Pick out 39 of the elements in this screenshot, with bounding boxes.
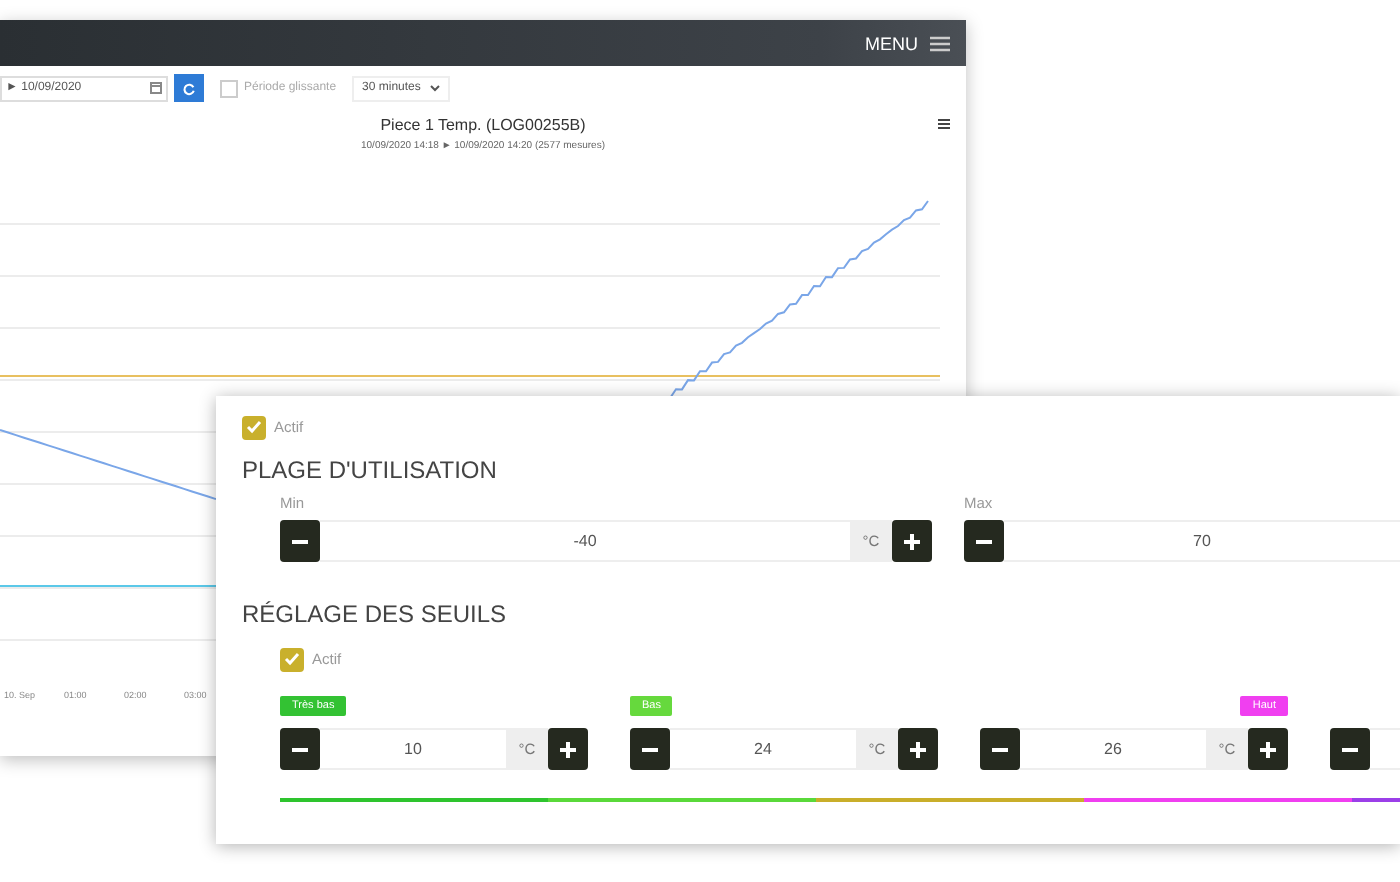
minus-icon (292, 747, 308, 751)
number-field[interactable]: -40 (320, 520, 850, 562)
checkbox[interactable] (242, 415, 266, 439)
caret-icon (430, 84, 441, 92)
minus-button[interactable] (964, 520, 1004, 562)
number-field[interactable]: 24 (670, 728, 856, 770)
minus-icon (642, 747, 658, 751)
menu-icon[interactable] (938, 118, 950, 130)
plus-button[interactable] (892, 520, 932, 562)
plus-icon (910, 741, 926, 757)
plus-button[interactable] (548, 728, 588, 770)
minus-icon (292, 539, 308, 543)
minus-button[interactable] (280, 520, 320, 562)
menu-button[interactable]: MENU (865, 33, 950, 53)
plus-button[interactable] (1248, 728, 1288, 770)
minus-button[interactable] (1330, 728, 1370, 770)
minus-icon (1342, 747, 1358, 751)
number-field[interactable]: 26 (1020, 728, 1206, 770)
checkbox[interactable] (220, 79, 238, 97)
minus-icon (992, 747, 1008, 751)
plus-icon (1260, 741, 1276, 757)
plus-button[interactable] (898, 728, 938, 770)
chart-title: Piece 1 Temp. (LOG00255B) (380, 116, 586, 134)
menu-icon (930, 35, 950, 51)
number-field[interactable]: 70 (1004, 520, 1400, 562)
refresh-icon (182, 81, 196, 95)
number-field[interactable]: 10 (320, 728, 506, 770)
section-title: PLAGE D'UTILISATION (242, 456, 499, 484)
checkbox[interactable] (280, 647, 304, 671)
minus-icon (976, 539, 992, 543)
plus-icon (904, 533, 920, 549)
calendar-icon (150, 82, 162, 94)
minus-button[interactable] (280, 728, 320, 770)
minus-button[interactable] (630, 728, 670, 770)
number-field[interactable] (1370, 728, 1400, 770)
section-title: RÉGLAGE DES SEUILS (242, 600, 509, 628)
plus-icon (560, 741, 576, 757)
refresh-button[interactable] (174, 74, 204, 102)
minus-button[interactable] (980, 728, 1020, 770)
